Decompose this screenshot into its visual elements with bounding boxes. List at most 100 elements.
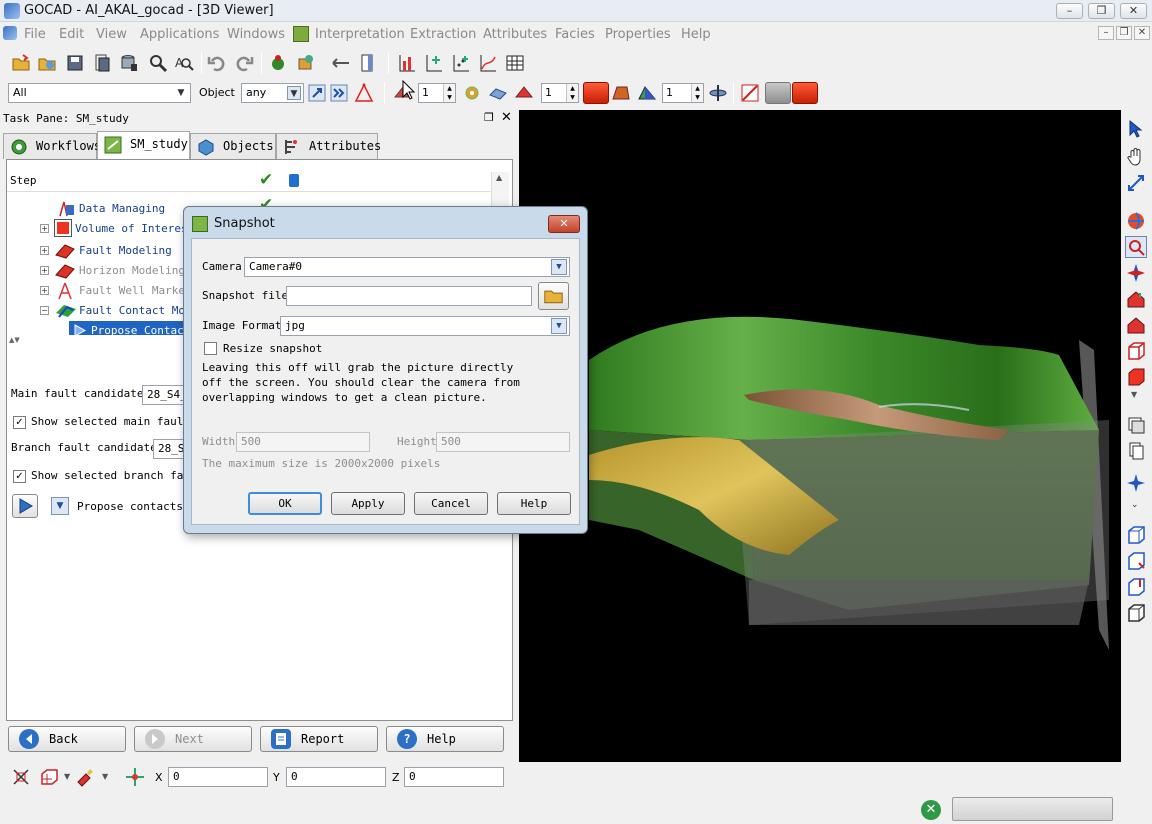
red-volume-grid-icon[interactable] xyxy=(610,82,632,104)
spin-arrows-icon[interactable]: ▲ ▼ xyxy=(566,84,578,102)
coordinate-picker-icon[interactable] xyxy=(124,766,146,788)
image-format-select[interactable]: jpg ▼ xyxy=(280,316,570,336)
tab-attributes[interactable]: Attributes xyxy=(276,133,381,159)
red-surface-icon[interactable] xyxy=(513,82,535,104)
z-coordinate-field[interactable]: 0 xyxy=(404,767,504,787)
open-project-icon[interactable] xyxy=(36,52,58,74)
arrows-icon[interactable] xyxy=(330,52,352,74)
browse-file-button[interactable] xyxy=(538,282,569,310)
wave-surface-icon[interactable] xyxy=(487,82,509,104)
curve-plot-icon[interactable] xyxy=(477,52,499,74)
ok-button[interactable]: OK xyxy=(248,492,322,515)
cube-view-2-icon[interactable] xyxy=(1125,550,1147,572)
triangle-mesh-icon[interactable] xyxy=(353,82,375,104)
red-volume-button[interactable] xyxy=(792,82,818,104)
expand-icon[interactable]: + xyxy=(40,266,49,275)
spin-value-2[interactable]: 1 ▲ ▼ xyxy=(541,83,579,103)
rgb-volume-icon[interactable] xyxy=(636,82,658,104)
expand-icon[interactable]: + xyxy=(40,286,49,295)
cut-plane-icon[interactable] xyxy=(739,82,761,104)
save-icon[interactable] xyxy=(64,52,86,74)
tab-objects[interactable]: Objects xyxy=(190,133,276,159)
layers-icon[interactable] xyxy=(1125,414,1147,436)
probe-icon[interactable] xyxy=(10,766,32,788)
menu-facies[interactable]: Facies xyxy=(555,27,595,42)
expand-tools-chevron-icon[interactable]: ⌄ xyxy=(1131,500,1139,510)
menu-file[interactable]: File xyxy=(24,27,46,42)
navigation-star-icon[interactable] xyxy=(1125,472,1147,494)
wire-box-icon[interactable] xyxy=(1125,340,1147,362)
fast-forward-icon[interactable] xyxy=(328,82,350,104)
stop-process-icon[interactable]: ✕ xyxy=(921,800,941,820)
back-button[interactable]: Back xyxy=(8,726,126,752)
next-button[interactable]: Next xyxy=(134,726,252,752)
tab-sm-study[interactable]: SM_study xyxy=(97,131,190,159)
menu-properties[interactable]: Properties xyxy=(605,27,671,42)
expand-icon[interactable]: + xyxy=(40,224,49,233)
grey-volume-button[interactable] xyxy=(765,82,791,104)
compass-rotate-icon[interactable] xyxy=(1125,262,1147,284)
cube-view-4-icon[interactable] xyxy=(1125,602,1147,624)
mdi-restore-button[interactable]: ❐ xyxy=(1116,26,1132,40)
filter-select[interactable]: All ▼ xyxy=(8,83,191,103)
zoom-axis-icon[interactable] xyxy=(1125,172,1147,194)
minimize-button[interactable]: – xyxy=(1056,3,1083,19)
scroll-up-icon[interactable]: ▲ xyxy=(496,173,502,182)
cancel-button[interactable]: Cancel xyxy=(414,492,488,515)
dialog-close-button[interactable]: ✕ xyxy=(548,215,580,233)
globe-icon[interactable] xyxy=(1125,210,1147,232)
home-view-icon[interactable] xyxy=(1125,288,1147,310)
tools-dropdown-icon[interactable] xyxy=(296,52,318,74)
spin-value-1[interactable]: 1 ▲ ▼ xyxy=(418,83,456,103)
paint-tool-icon[interactable] xyxy=(74,766,96,788)
menu-edit[interactable]: Edit xyxy=(59,27,84,42)
menu-interpretation[interactable]: Interpretation xyxy=(315,27,405,42)
redo-icon[interactable] xyxy=(233,52,255,74)
menu-extraction[interactable]: Extraction xyxy=(410,27,476,42)
tab-workflows[interactable]: Workflows xyxy=(3,133,101,159)
close-window-button[interactable]: ✕ xyxy=(1120,3,1147,19)
width-input[interactable]: 500 xyxy=(236,432,370,452)
menu-view[interactable]: View xyxy=(96,27,127,42)
histogram-icon[interactable] xyxy=(396,52,418,74)
menu-attributes[interactable]: Attributes xyxy=(483,27,547,42)
camera-pivot-icon[interactable] xyxy=(707,82,729,104)
spin-value-3[interactable]: 1 ▲ ▼ xyxy=(662,83,704,103)
copy-view-icon[interactable] xyxy=(1125,440,1147,462)
height-input[interactable]: 500 xyxy=(436,432,570,452)
spin-arrows-icon[interactable]: ▲ ▼ xyxy=(691,84,703,102)
apply-button[interactable]: Apply xyxy=(331,492,405,515)
pan-hand-icon[interactable] xyxy=(1125,146,1147,168)
collapse-icon[interactable]: − xyxy=(40,306,49,315)
spin-arrows-icon[interactable]: ▲ ▼ xyxy=(443,84,455,102)
object-select[interactable]: any ▼ xyxy=(241,83,304,103)
panel-toggle-icon[interactable] xyxy=(357,52,379,74)
run-options-button[interactable]: ▼ xyxy=(51,497,69,515)
gear-tool-icon[interactable] xyxy=(461,82,483,104)
solid-red-volume-button[interactable] xyxy=(583,82,609,104)
menu-applications[interactable]: Applications xyxy=(140,27,219,42)
cube-view-1-icon[interactable] xyxy=(1125,524,1147,546)
find-text-icon[interactable]: A xyxy=(173,52,195,74)
menu-help[interactable]: Help xyxy=(681,27,711,42)
house-view-icon[interactable] xyxy=(1125,314,1147,336)
open-folder-icon[interactable] xyxy=(10,52,32,74)
bug-icon[interactable] xyxy=(267,52,289,74)
scatter-plot-icon[interactable] xyxy=(450,52,472,74)
chevron-down-icon[interactable]: ▼ xyxy=(64,772,70,781)
crossplot-icon[interactable] xyxy=(423,52,445,74)
resize-snapshot-checkbox[interactable] xyxy=(204,342,217,355)
splitter-arrows-icon[interactable]: ▲▼ xyxy=(9,336,20,344)
show-branch-fault-checkbox[interactable]: ✓ xyxy=(13,470,26,483)
float-pane-icon[interactable]: ❐ xyxy=(484,111,494,124)
chevron-down-icon[interactable]: ▼ xyxy=(102,772,108,781)
dialog-help-button[interactable]: Help xyxy=(497,492,571,515)
grid-table-icon[interactable] xyxy=(504,52,526,74)
select-cursor-icon[interactable] xyxy=(1125,118,1147,140)
camera-select[interactable]: Camera#0 ▼ xyxy=(244,257,570,277)
save-all-icon[interactable] xyxy=(91,52,113,74)
search-icon[interactable] xyxy=(147,52,169,74)
red-grid-box-icon[interactable] xyxy=(38,766,60,788)
solid-box-icon[interactable] xyxy=(1125,366,1147,388)
mdi-close-button[interactable]: ✕ xyxy=(1134,26,1150,40)
